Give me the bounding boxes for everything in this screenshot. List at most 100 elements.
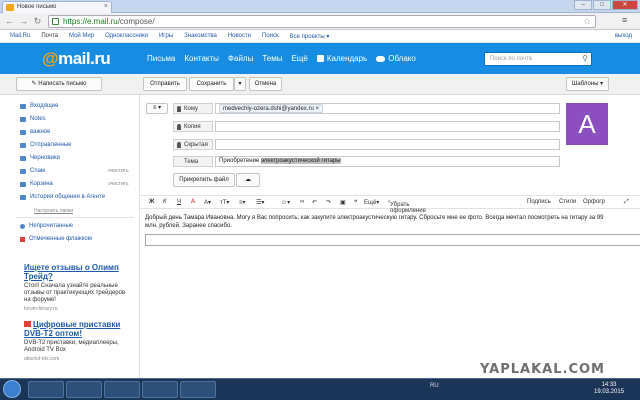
back-arrow-icon[interactable]: ← — [4, 16, 15, 27]
mailru-logo[interactable]: @mail.ru — [42, 49, 111, 69]
undo-icon[interactable]: ↶ — [312, 199, 317, 206]
nav-letters[interactable]: Письма — [147, 54, 175, 63]
signature-area[interactable] — [145, 234, 640, 246]
filter-unread[interactable]: Непрочитанные — [20, 223, 73, 229]
cancel-button[interactable]: Отмена — [249, 77, 282, 91]
more-format-button[interactable]: Ещё▾ — [364, 199, 379, 206]
cc-input[interactable] — [215, 121, 560, 132]
folder-drafts[interactable]: Черновики — [20, 155, 60, 161]
url-input[interactable]: https://e.mail.ru/compose/ ☆ — [48, 15, 596, 28]
signature-button[interactable]: Подпись — [527, 199, 551, 205]
to-label[interactable]: Кому — [173, 103, 213, 114]
expand-icon[interactable]: ⤢ — [624, 199, 629, 206]
taskbar-app-word[interactable] — [142, 381, 178, 398]
portal-item-search[interactable]: Поиск — [262, 33, 279, 42]
ad-title[interactable]: Цифровые приставки DVB-T2 оптом! — [24, 320, 132, 338]
text-color-button[interactable]: А — [191, 199, 195, 205]
nav-files[interactable]: Файлы — [228, 54, 253, 63]
nav-cloud[interactable]: Облако — [376, 54, 416, 63]
portal-item-ok[interactable]: Одноклассники — [105, 33, 148, 42]
flag-icon — [20, 236, 25, 242]
bcc-input[interactable] — [215, 139, 560, 150]
forward-arrow-icon[interactable]: → — [18, 16, 29, 27]
folder-trash[interactable]: Корзина очистить — [20, 181, 129, 187]
reload-icon[interactable]: ↻ — [32, 16, 43, 27]
recipient-chip[interactable]: medvechiy-ozera.dshi@yandex.ru × — [219, 104, 323, 113]
filter-flagged[interactable]: Отмеченные флажком — [20, 236, 92, 242]
folder-sent[interactable]: Отправленные — [20, 142, 72, 148]
list-icon[interactable]: ☰▾ — [256, 199, 264, 206]
portal-item-news[interactable]: Новости — [228, 33, 251, 42]
italic-button[interactable]: К — [163, 199, 167, 205]
folder-icon — [20, 116, 26, 122]
subject-selection: электроакустической гитары — [260, 158, 341, 164]
clock[interactable]: 14:33 19.03.2015 — [594, 382, 624, 396]
mail-search-input[interactable]: Поиск по почте ⚲ — [484, 52, 592, 66]
subject-input[interactable]: Приобретение электроакустической гитары — [215, 156, 560, 167]
quote-icon[interactable]: ❝ — [354, 199, 357, 206]
nav-more[interactable]: Ещё — [291, 54, 307, 63]
ad-block-1[interactable]: Ищете отзывы о Олимп Трейд? Стоп! Сначал… — [24, 263, 132, 312]
to-input[interactable]: medvechiy-ozera.dshi@yandex.ru × — [215, 103, 560, 114]
redo-icon[interactable]: ↷ — [326, 199, 331, 206]
nav-themes[interactable]: Темы — [262, 54, 282, 63]
settings-folders-link[interactable]: Настроить папки — [34, 208, 73, 214]
nav-calendar[interactable]: Календарь — [316, 54, 367, 63]
folder-important[interactable]: важное — [20, 129, 50, 135]
fields-menu-button[interactable]: ≡ ▾ — [146, 103, 168, 114]
close-window-button[interactable]: ✕ — [612, 0, 638, 10]
browser-tab[interactable]: Новое письмо × — [2, 1, 112, 13]
taskbar-app-explorer[interactable] — [28, 381, 64, 398]
search-icon[interactable]: ⚲ — [582, 54, 588, 63]
logout-link[interactable]: выход — [615, 33, 632, 39]
underline-button[interactable]: Ч — [177, 199, 181, 205]
folder-spam[interactable]: Спам очистить — [20, 168, 129, 174]
avatar: А — [566, 103, 608, 145]
message-body[interactable]: Добрый день Тамара Ивановна. Могу я Вас … — [145, 214, 615, 230]
language-indicator[interactable]: RU — [430, 383, 439, 389]
ad-block-2[interactable]: Цифровые приставки DVB-T2 оптом! DVB-T2 … — [24, 320, 132, 362]
spellcheck-button[interactable]: Орфогр — [583, 199, 605, 205]
remove-format-button[interactable]: ‹ Убрать оформление — [388, 199, 426, 214]
templates-button[interactable]: Шаблоны ▾ — [566, 77, 609, 91]
browser-menu-icon[interactable]: ≡ — [622, 16, 632, 26]
portal-item-dating[interactable]: Знакомства — [184, 33, 217, 42]
minimize-button[interactable]: – — [574, 0, 592, 10]
clear-trash-link[interactable]: очистить — [108, 181, 129, 187]
link-icon[interactable]: ∞ — [300, 199, 304, 205]
folder-inbox[interactable]: Входящие — [20, 103, 58, 109]
bcc-label[interactable]: Скрытая — [173, 139, 213, 150]
nav-contacts[interactable]: Контакты — [184, 54, 219, 63]
compose-button[interactable]: ✎ Написать письмо — [16, 77, 102, 91]
portal-item-all-projects[interactable]: Все проекты ▾ — [290, 33, 330, 42]
attach-file-button[interactable]: Прикрепить файл — [173, 173, 235, 187]
save-dropdown-caret-icon[interactable]: ▾ — [234, 77, 246, 91]
align-icon[interactable]: ≡▾ — [239, 199, 246, 206]
maximize-button[interactable]: □ — [593, 0, 611, 10]
send-button[interactable]: Отправить — [143, 77, 187, 91]
folder-notes[interactable]: Notes — [20, 116, 46, 122]
save-button[interactable]: Сохранить — [189, 77, 234, 91]
font-size-icon[interactable]: тT▾ — [220, 199, 229, 206]
tab-close-icon[interactable]: × — [104, 3, 108, 10]
portal-item-pochta[interactable]: Почта — [41, 33, 58, 42]
image-icon[interactable]: ▣ — [340, 199, 346, 206]
start-button[interactable] — [3, 380, 21, 398]
bold-button[interactable]: Ж — [149, 199, 154, 205]
ad-title[interactable]: Ищете отзывы о Олимп Трейд? — [24, 263, 132, 281]
taskbar-app-media[interactable] — [66, 381, 102, 398]
cloud-attach-button[interactable]: ☁ — [236, 173, 260, 187]
portal-item-moymir[interactable]: Мой Мир — [69, 33, 94, 42]
portal-item-games[interactable]: Игры — [159, 33, 173, 42]
cc-label[interactable]: Копия — [173, 121, 213, 132]
taskbar-app-chrome[interactable] — [104, 381, 140, 398]
emoji-icon[interactable]: ☺▾ — [281, 199, 290, 206]
portal-item-mailru[interactable]: Mail.Ru — [10, 33, 30, 42]
clear-spam-link[interactable]: очистить — [108, 168, 129, 174]
styles-button[interactable]: Стили — [559, 199, 576, 205]
highlight-icon[interactable]: A▾ — [204, 199, 211, 206]
bookmark-star-icon[interactable]: ☆ — [583, 16, 591, 27]
browser-tab-strip: Новое письмо × – □ ✕ — [0, 0, 640, 13]
folder-agent-history[interactable]: История общения в Агенте — [20, 194, 105, 200]
taskbar-app-other[interactable] — [180, 381, 216, 398]
